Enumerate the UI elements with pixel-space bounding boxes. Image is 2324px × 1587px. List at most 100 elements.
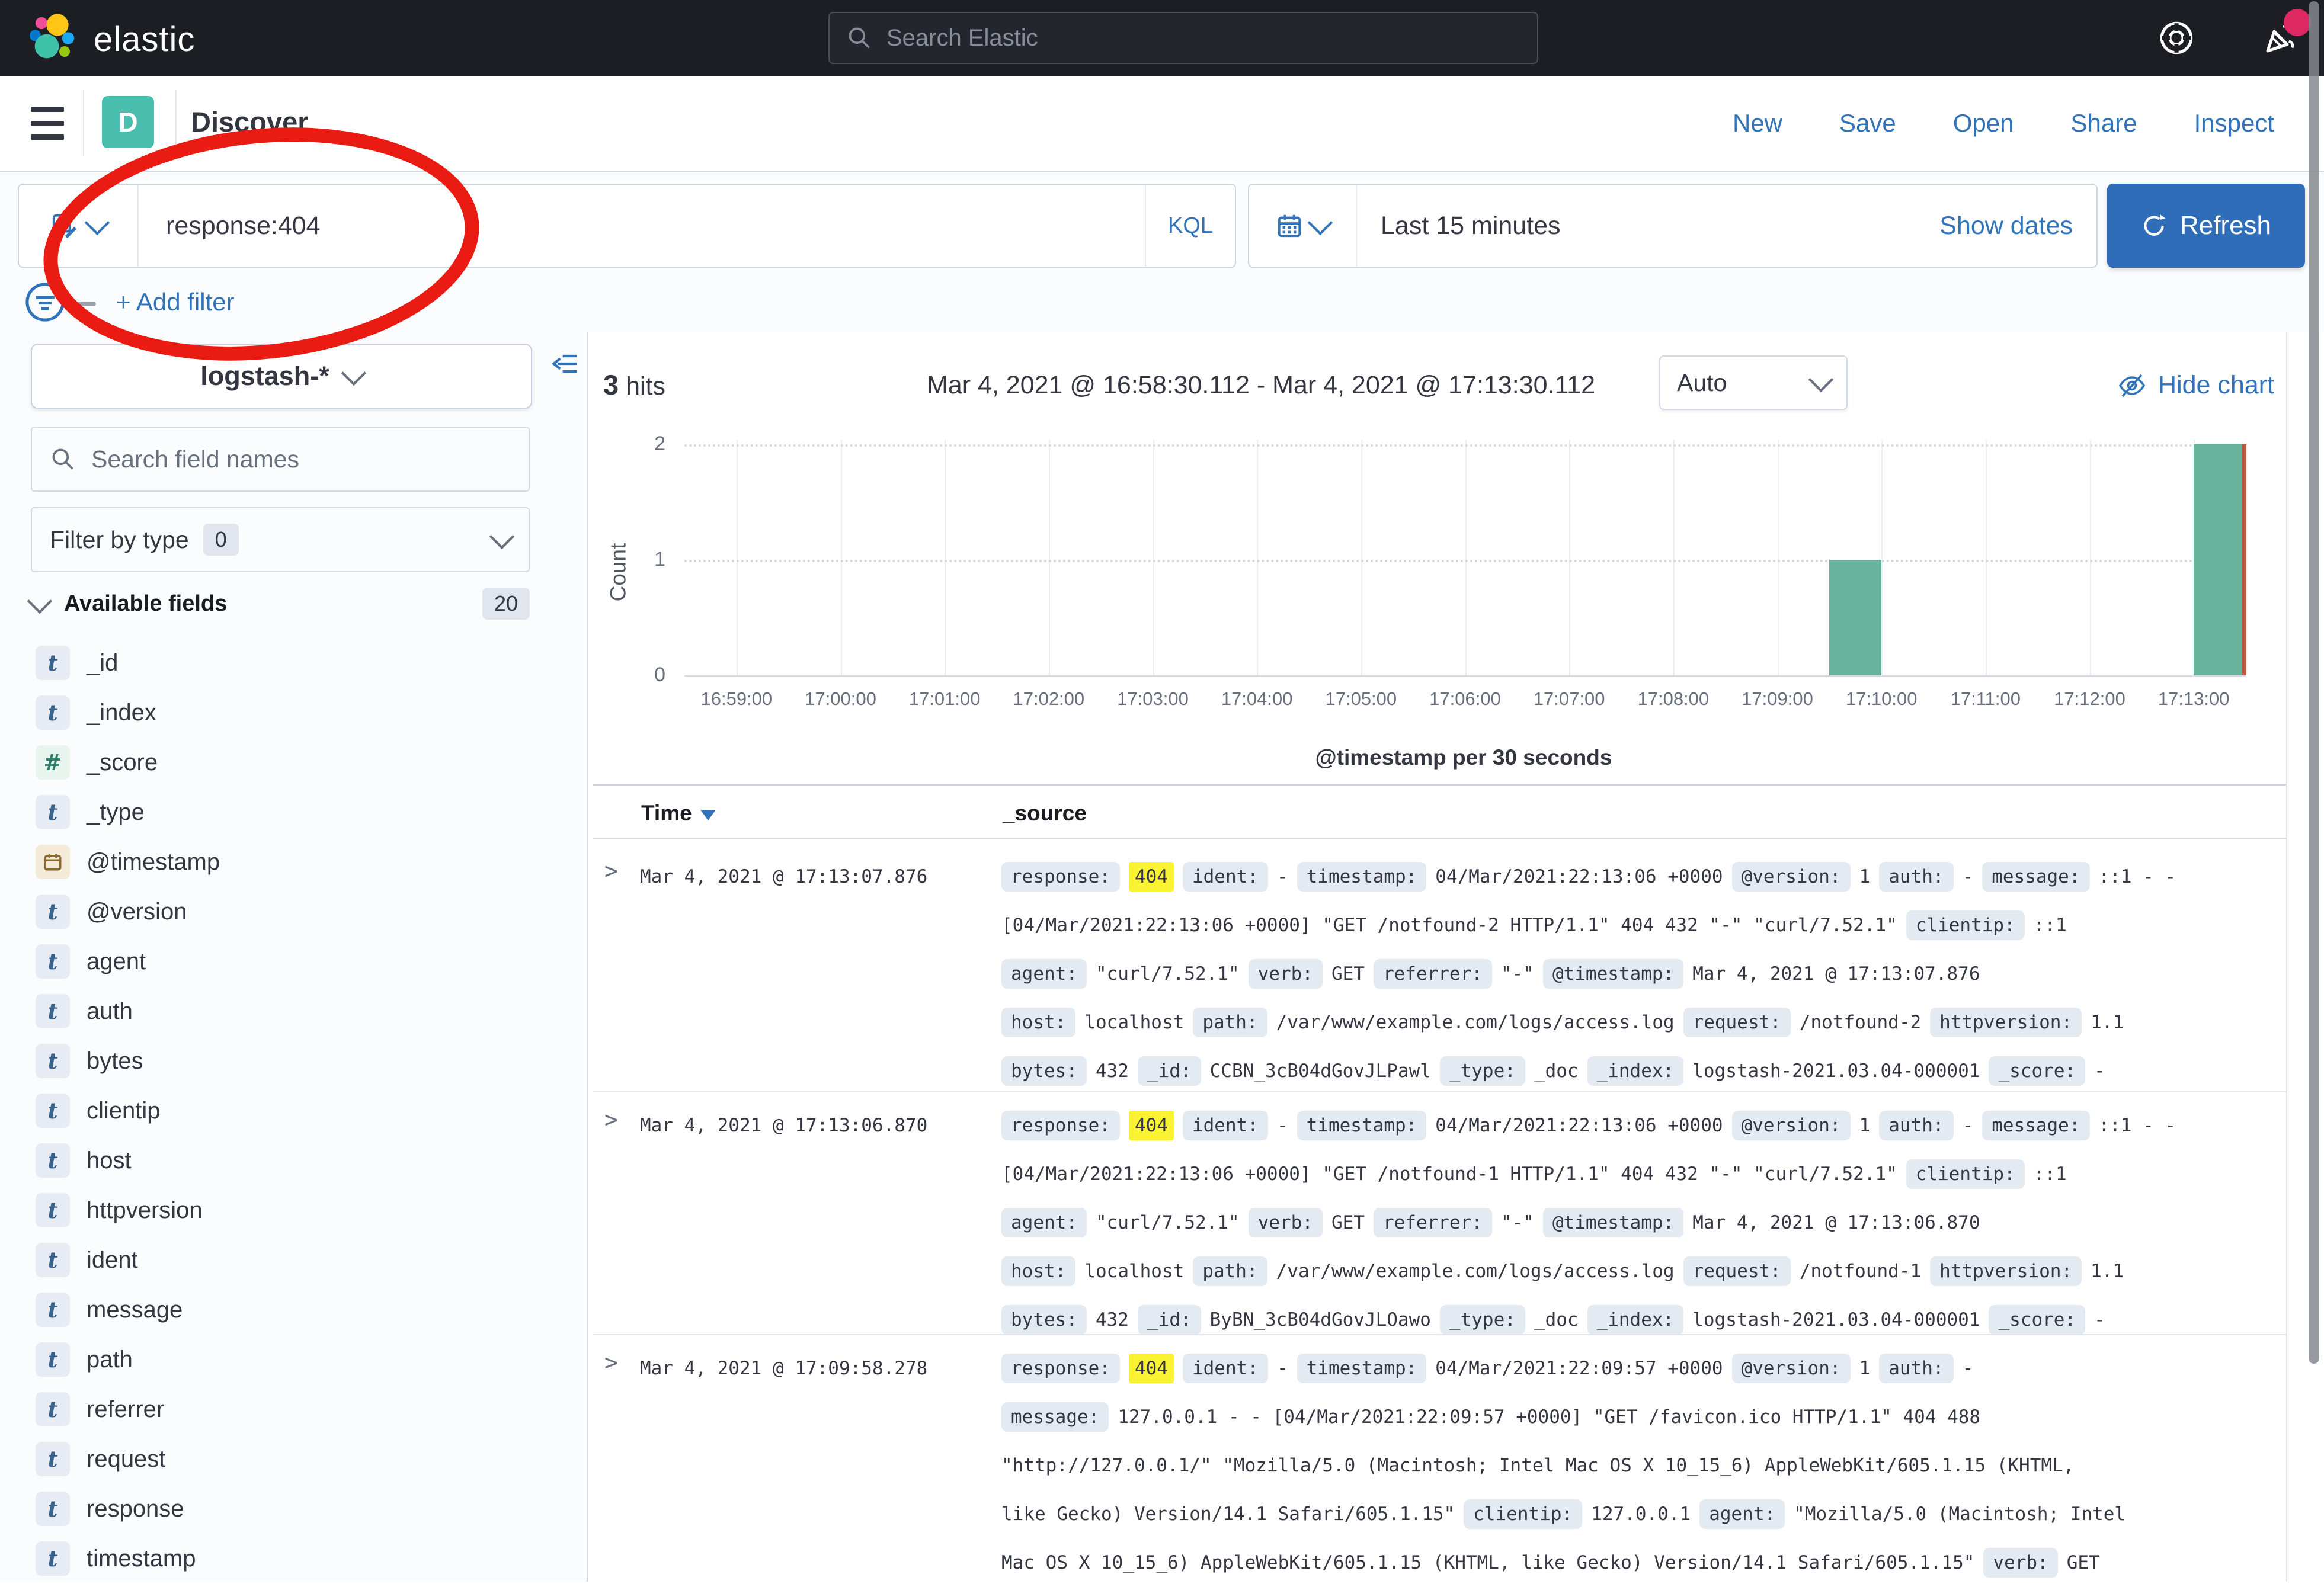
query-language-button[interactable]: KQL (1145, 185, 1235, 267)
newsfeed-button[interactable] (2261, 18, 2300, 57)
field-value: "-" (1501, 963, 1534, 985)
query-input[interactable]: response:404 (139, 211, 1145, 241)
inspect-button[interactable]: Inspect (2194, 109, 2274, 137)
field-item-agent[interactable]: tagent (36, 940, 551, 983)
hide-chart-button[interactable]: Hide chart (2118, 371, 2274, 400)
hits-value: 3 (603, 369, 619, 400)
menu-icon[interactable] (31, 107, 64, 140)
refresh-button[interactable]: Refresh (2107, 184, 2305, 268)
refresh-label: Refresh (2180, 211, 2271, 241)
field-item-request[interactable]: trequest (36, 1438, 551, 1480)
text-field-icon: t (36, 1342, 70, 1377)
field-name-badge: _id: (1138, 1305, 1201, 1335)
text-field-icon: t (36, 1293, 70, 1327)
field-item-_score[interactable]: #_score (36, 741, 551, 784)
field-item-ident[interactable]: tident (36, 1239, 551, 1281)
field-name-badge: @timestamp: (1543, 1208, 1683, 1237)
field-search-input[interactable]: Search field names (31, 427, 530, 492)
field-name-badge: auth: (1879, 1111, 1953, 1140)
field-label: path (87, 1346, 133, 1373)
field-item-_id[interactable]: t_id (36, 642, 551, 684)
show-dates-button[interactable]: Show dates (1939, 211, 2096, 241)
chart-gridline-vertical (2090, 440, 2091, 675)
expand-row-icon[interactable]: > (604, 1349, 618, 1376)
chevron-down-icon (1308, 210, 1333, 235)
help-icon[interactable] (2157, 18, 2196, 57)
column-header-time[interactable]: Time (641, 801, 716, 826)
field-item-_type[interactable]: t_type (36, 791, 551, 833)
available-fields-header[interactable]: Available fields 20 (31, 588, 530, 620)
filter-by-type-label: Filter by type (50, 526, 189, 554)
save-button[interactable]: Save (1839, 109, 1896, 137)
text-field-icon: t (36, 1094, 70, 1128)
field-name-badge: response: (1001, 1354, 1120, 1383)
field-label: @version (87, 899, 187, 925)
field-item-bytes[interactable]: tbytes (36, 1040, 551, 1082)
global-search-input[interactable]: Search Elastic (828, 12, 1538, 64)
field-item-path[interactable]: tpath (36, 1338, 551, 1381)
field-item-message[interactable]: tmessage (36, 1288, 551, 1331)
field-item-@version[interactable]: t@version (36, 890, 551, 933)
field-value: - (1963, 1358, 1974, 1379)
field-name-badge: agent: (1001, 1208, 1087, 1237)
new-button[interactable]: New (1733, 109, 1782, 137)
field-value: "-" (1501, 1212, 1534, 1233)
share-button[interactable]: Share (2071, 109, 2137, 137)
index-pattern-selector[interactable]: logstash-* (31, 344, 532, 409)
field-value: 04/Mar/2021:22:09:57 +0000 (1435, 1358, 1723, 1379)
search-icon (846, 25, 872, 51)
field-name-badge: path: (1193, 1256, 1267, 1286)
field-name-badge: bytes: (1001, 1056, 1087, 1086)
column-header-source[interactable]: _source (1003, 801, 1087, 826)
global-search-placeholder: Search Elastic (886, 25, 1038, 52)
saved-query-menu-button[interactable] (19, 185, 139, 267)
field-item-httpversion[interactable]: thttpversion (36, 1189, 551, 1232)
interval-select[interactable]: Auto (1659, 355, 1848, 410)
field-label: ident (87, 1247, 138, 1274)
chevron-down-icon (341, 361, 366, 386)
collapse-sidebar-icon[interactable] (550, 348, 581, 379)
interval-value: Auto (1677, 369, 1727, 397)
chart-gridline-vertical (1465, 440, 1467, 675)
filter-by-type-select[interactable]: Filter by type 0 (31, 507, 530, 572)
add-filter-button[interactable]: + Add filter (116, 288, 235, 316)
row-time-cell: Mar 4, 2021 @ 17:09:58.278 (640, 1344, 927, 1393)
date-field-icon (36, 845, 70, 879)
histogram-bar[interactable] (2194, 444, 2246, 675)
time-range-value[interactable]: Last 15 minutes (1357, 211, 1939, 241)
field-item-auth[interactable]: tauth (36, 990, 551, 1033)
elastic-logo-text: elastic (94, 20, 195, 59)
available-fields-label: Available fields (64, 591, 227, 617)
query-bar: response:404 KQL Last 15 minutes Show da… (0, 172, 2324, 278)
field-name-badge: clientip: (1906, 1159, 2025, 1189)
field-item-clientip[interactable]: tclientip (36, 1089, 551, 1132)
open-button[interactable]: Open (1953, 109, 2014, 137)
field-value: - (1277, 866, 1288, 887)
field-label: timestamp (87, 1546, 196, 1572)
field-item-response[interactable]: tresponse (36, 1487, 551, 1530)
field-item-referrer[interactable]: treferrer (36, 1388, 551, 1431)
source-line: bytes:432_id:CCBN_3cB04dGovJLPawl_type:_… (1001, 1047, 2281, 1095)
date-quick-select-button[interactable] (1249, 185, 1357, 267)
field-item-_index[interactable]: t_index (36, 691, 551, 734)
row-time-cell: Mar 4, 2021 @ 17:13:06.870 (640, 1101, 927, 1150)
chevron-down-icon (489, 524, 514, 549)
field-value: [04/Mar/2021:22:13:06 +0000] "GET /notfo… (1001, 915, 1897, 936)
elastic-logo[interactable]: elastic (24, 11, 195, 68)
field-item-host[interactable]: thost (36, 1139, 551, 1182)
field-name-badge: _index: (1587, 1056, 1684, 1086)
field-label: _id (87, 650, 118, 677)
field-item-timestamp[interactable]: ttimestamp (36, 1537, 551, 1580)
histogram-bar[interactable] (1829, 560, 1881, 675)
filter-icon[interactable] (23, 280, 68, 325)
field-name-badge: ident: (1183, 862, 1268, 892)
field-name-badge: host: (1001, 1008, 1075, 1037)
text-field-icon: t (36, 1243, 70, 1277)
field-item-@timestamp[interactable]: @timestamp (36, 841, 551, 883)
discover-app-badge[interactable]: D (102, 96, 154, 148)
expand-row-icon[interactable]: > (604, 858, 618, 884)
field-value: - (1963, 866, 1974, 887)
expand-row-icon[interactable]: > (604, 1107, 618, 1133)
vertical-scrollbar[interactable] (2309, 1, 2319, 1364)
text-field-icon: t (36, 1193, 70, 1227)
